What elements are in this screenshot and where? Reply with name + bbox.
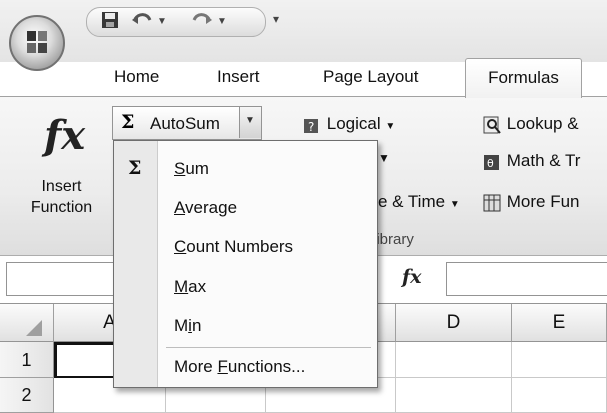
undo-icon[interactable] — [131, 11, 153, 34]
fx-icon[interactable]: fx — [402, 266, 422, 288]
lookup-button[interactable]: Lookup & — [482, 114, 579, 135]
insert-function-button[interactable]: Insert Function — [14, 176, 109, 218]
autosum-dropdown-arrow[interactable]: ▼ — [239, 107, 261, 138]
insert-function-label-2: Function — [30, 199, 93, 216]
lookup-label: Lookup & — [506, 114, 579, 133]
redo-icon[interactable] — [191, 11, 213, 34]
office-logo-icon — [27, 31, 47, 53]
insert-function-label-1: Insert — [41, 178, 82, 195]
svg-text:?: ? — [308, 120, 314, 134]
quick-access-toolbar: ▼ ▼ — [86, 7, 266, 37]
menu-item-average[interactable]: Average — [174, 198, 237, 218]
sigma-icon: Σ — [128, 157, 142, 179]
math-icon: θ — [484, 154, 499, 170]
insert-function-icon[interactable]: fx — [44, 112, 85, 159]
logical-button[interactable]: ? Logical ▼ — [302, 114, 395, 135]
lookup-icon — [483, 116, 501, 134]
logical-label: Logical — [326, 114, 381, 133]
tab-page-layout[interactable]: Page Layout — [323, 62, 418, 96]
sigma-icon: Σ — [121, 111, 135, 133]
date-time-label: e & Time — [378, 192, 446, 211]
tab-formulas[interactable]: Formulas — [465, 58, 582, 98]
math-label: Math & Tr — [506, 151, 581, 170]
select-all-icon — [26, 320, 42, 336]
cell-e1[interactable] — [512, 342, 607, 378]
autosum-dropdown-menu: Σ Sum Average Count Numbers Max Min More… — [113, 140, 378, 388]
tab-insert[interactable]: Insert — [217, 62, 260, 96]
undo-dropdown-icon[interactable]: ▼ — [157, 16, 167, 27]
more-functions-icon — [483, 194, 501, 212]
cell-d1[interactable] — [396, 342, 512, 378]
menu-item-count-numbers[interactable]: Count Numbers — [174, 237, 293, 257]
date-time-button[interactable]: e & Time ▼ — [378, 192, 460, 212]
menu-item-more-functions[interactable]: More Functions... — [174, 357, 305, 377]
select-all-corner[interactable] — [0, 304, 54, 342]
column-header-e[interactable]: E — [512, 304, 607, 342]
autosum-label: AutoSum — [150, 114, 220, 133]
svg-text:θ: θ — [487, 157, 494, 170]
more-functions-ribbon-label: More Fun — [506, 192, 580, 211]
redo-dropdown-icon[interactable]: ▼ — [217, 16, 227, 27]
logical-icon: ? — [304, 118, 318, 134]
formula-input[interactable] — [446, 262, 607, 296]
column-header-d[interactable]: D — [396, 304, 512, 342]
cell-e2[interactable] — [512, 378, 607, 413]
save-icon[interactable] — [101, 11, 119, 34]
office-button[interactable] — [9, 15, 65, 71]
chevron-down-icon: ▼ — [385, 121, 396, 132]
row-header-1[interactable]: 1 — [0, 342, 54, 378]
menu-item-max[interactable]: Max — [174, 277, 206, 297]
menu-separator — [166, 347, 371, 348]
tab-home[interactable]: Home — [114, 62, 159, 96]
row-header-2[interactable]: 2 — [0, 378, 54, 413]
more-functions-ribbon-button[interactable]: More Fun — [482, 192, 579, 213]
menu-item-sum[interactable]: Sum — [174, 159, 209, 179]
cell-d2[interactable] — [396, 378, 512, 413]
chevron-down-icon[interactable]: ▼ — [378, 151, 390, 165]
math-trig-button[interactable]: θ Math & Tr — [482, 151, 580, 172]
menu-item-min[interactable]: Min — [174, 316, 201, 336]
customize-qat-icon[interactable]: ▾ — [273, 12, 279, 26]
chevron-down-icon: ▼ — [245, 115, 255, 126]
chevron-down-icon: ▼ — [449, 199, 460, 210]
